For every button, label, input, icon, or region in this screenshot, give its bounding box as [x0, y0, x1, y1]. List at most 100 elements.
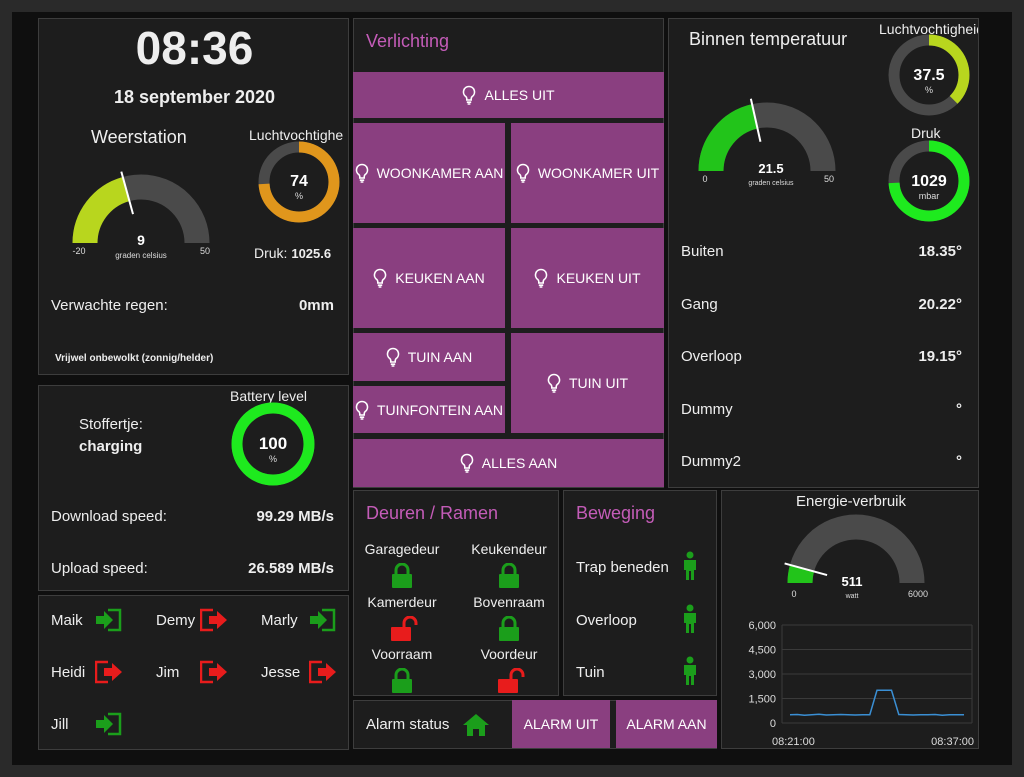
indoor-panel: Binnen temperatuur 21.5 graden celsius 0…	[668, 18, 979, 488]
bulb-icon	[373, 268, 387, 288]
download-label: Download speed:	[51, 508, 167, 525]
garden-off-label: TUIN UIT	[568, 375, 629, 391]
kitchen-off-button[interactable]: KEUKEN UIT	[511, 228, 664, 328]
energy-min: 0	[791, 589, 796, 599]
motion-title: Beweging	[576, 503, 656, 523]
indoor-pressure-donut: 1029 mbar	[888, 140, 970, 222]
presence-item: Demy	[156, 608, 251, 634]
weather-forecast: Vrijwel onbewolkt (zonnig/helder)	[55, 353, 214, 364]
all-off-button[interactable]: ALLES UIT	[353, 72, 664, 118]
exit-door-icon	[94, 660, 123, 689]
bulb-icon	[547, 373, 561, 393]
living-off-button[interactable]: WOONKAMER UIT	[511, 123, 664, 223]
all-off-label: ALLES UIT	[484, 87, 555, 103]
alarm-on-button[interactable]: ALARM AAN	[616, 700, 717, 748]
indoor-pressure-unit: mbar	[919, 191, 940, 201]
chart-ytick: 1,500	[748, 694, 776, 706]
outdoor-temp-unit: graden celsius	[115, 251, 167, 260]
sensor-value: 19.15°	[918, 348, 962, 365]
presence-name: Marly	[261, 612, 298, 629]
energy-chart: 6,000 4,500 3,000 1,500 0 08:21:00 08:37:00	[748, 620, 974, 747]
presence-name: Heidi	[51, 664, 86, 681]
outdoor-temp-gauge: 9 graden celsius -20 50	[72, 171, 210, 260]
garden-off-button[interactable]: TUIN UIT	[511, 333, 664, 433]
chart-ytick: 6,000	[748, 620, 776, 632]
exit-door-icon	[199, 660, 228, 689]
sensor-value: 18.35°	[918, 243, 962, 260]
presence-item: Marly	[261, 608, 348, 637]
device-name: Stoffertje:	[79, 416, 143, 433]
presence-name: Jill	[51, 716, 69, 733]
sensor-name: Overloop	[681, 348, 742, 365]
outdoor-temp-max: 50	[200, 246, 210, 256]
chart-ytick: 4,500	[748, 645, 776, 657]
presence-item: Maik	[51, 608, 146, 634]
chart-ytick: 0	[770, 718, 776, 730]
doors-panel: Deuren / Ramen Garagedeur Keukendeur Kamer…	[353, 490, 559, 696]
bulb-icon	[355, 400, 369, 420]
indoor-temp-gauge: 21.5 graden celsius 0 50	[698, 98, 836, 187]
battery-value: 100	[259, 434, 287, 453]
exit-door-icon	[308, 660, 337, 689]
alarm-off-button[interactable]: ALARM UIT	[512, 700, 610, 748]
weather-pressure-label: Druk:	[254, 245, 288, 261]
indoor-temp-unit: graden celsius	[748, 180, 794, 187]
energy-unit: watt	[845, 593, 859, 600]
chart-xtick: 08:37:00	[931, 736, 974, 747]
indoor-pressure-value: 1029	[911, 173, 947, 190]
person-icon	[682, 551, 698, 586]
all-on-button[interactable]: ALLES AAN	[353, 439, 664, 487]
indoor-temp-max: 50	[824, 174, 834, 184]
rain-value: 0mm	[298, 297, 334, 314]
energy-panel: Energie-verbruik 511 watt 0 6000 6,000 4,…	[721, 490, 979, 749]
upload-label: Upload speed:	[51, 560, 148, 577]
indoor-temp-value: 21.5	[758, 161, 783, 176]
motion-panel: Beweging Trap beneden Overloop Tuin	[563, 490, 717, 696]
lock-closed-icon	[390, 562, 414, 594]
living-on-button[interactable]: WOONKAMER AAN	[353, 123, 505, 223]
outdoor-temp-value: 9	[137, 232, 145, 248]
sensor-name: Gang	[681, 295, 718, 313]
sensor-name: Dummy2	[681, 453, 742, 470]
bulb-icon	[535, 268, 548, 288]
motion-name: Overloop	[576, 611, 637, 629]
bulb-icon	[386, 347, 400, 367]
weather-humidity-unit: %	[295, 191, 303, 201]
device-status: charging	[79, 438, 143, 455]
presence-item: Jill	[51, 712, 146, 738]
lock-closed-icon	[390, 667, 414, 695]
kitchen-on-label: KEUKEN AAN	[395, 270, 485, 286]
home-icon	[463, 714, 489, 736]
battery-unit: %	[269, 454, 277, 464]
weather-humidity-donut: 74 %	[258, 141, 340, 223]
sensor-name: Buiten	[681, 243, 724, 260]
fountain-on-button[interactable]: TUINFONTEIN AAN	[353, 386, 505, 433]
kitchen-on-button[interactable]: KEUKEN AAN	[353, 228, 505, 328]
bulb-icon	[463, 85, 476, 105]
chart-series-line	[789, 689, 965, 716]
energy-value: 511	[842, 574, 863, 589]
all-on-label: ALLES AAN	[481, 455, 558, 471]
exit-door-icon	[199, 608, 228, 637]
indoor-humidity-value: 37.5	[913, 67, 944, 84]
indoor-temp-min: 0	[702, 174, 707, 184]
alarm-label: Alarm status	[366, 716, 450, 733]
enter-door-icon	[95, 712, 123, 741]
indoor-humidity-donut: 37.5 %	[888, 34, 970, 116]
weather-pressure: Druk: 1025.6	[254, 245, 331, 261]
living-off-label: WOONKAMER UIT	[537, 165, 660, 181]
lighting-title: Verlichting	[366, 31, 450, 51]
weather-panel: 08:36 18 september 2020 Weerstation 9 gr…	[38, 18, 349, 375]
chart-ytick: 3,000	[748, 669, 776, 681]
presence-item: Jim	[156, 660, 251, 686]
download-value: 99.29 MB/s	[256, 508, 334, 525]
garden-on-button[interactable]: TUIN AAN	[353, 333, 505, 381]
door-name: Keukendeur	[471, 541, 547, 557]
sensor-value: °	[956, 453, 962, 470]
outdoor-temp-min: -20	[72, 246, 85, 256]
sensor-name: Dummy	[681, 400, 733, 418]
presence-panel: Maik Demy Marly Heidi Jim Jesse Jill	[38, 595, 349, 750]
garden-on-label: TUIN AAN	[407, 349, 473, 365]
clock-date: 18 september 2020	[113, 87, 276, 107]
enter-door-icon	[309, 608, 337, 637]
